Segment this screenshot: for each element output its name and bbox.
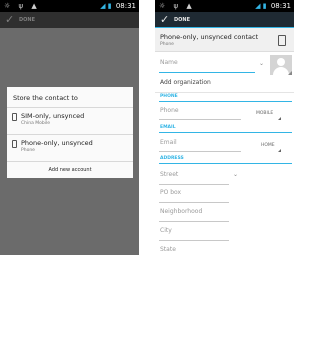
status-left-icons: ☼ ψ ▲ [4, 2, 40, 10]
option-phone-only[interactable]: Phone-only, unsynced Phone [7, 136, 133, 160]
account-name: Phone-only, unsynced contact [160, 33, 259, 41]
po-box-underline [159, 202, 229, 203]
checkmark-icon: ✓ [5, 13, 15, 26]
status-bar: ☼ ψ ▲ ◢ ▮ 08:31 [155, 0, 294, 12]
email-field[interactable]: Email [160, 139, 177, 147]
checkmark-icon: ✓ [160, 13, 170, 26]
option-title: Phone-only, unsynced [21, 139, 93, 147]
state-field[interactable]: State [160, 246, 176, 254]
city-field[interactable]: City [160, 227, 172, 235]
option-sim-only[interactable]: SIM-only, unsynced China Mobile [7, 109, 133, 133]
action-bar: ✓ DONE [155, 12, 294, 28]
divider [155, 92, 294, 93]
status-right: ◢ ▮ 08:31 [100, 1, 136, 11]
option-subtitle: China Mobile [21, 121, 51, 126]
add-new-account-button[interactable]: Add new account [7, 162, 133, 178]
status-left-icons: ☼ ψ ▲ [159, 2, 195, 10]
phone-field[interactable]: Phone [160, 107, 179, 115]
sim-card-icon [12, 113, 17, 121]
status-time: 08:31 [270, 2, 291, 10]
contact-photo[interactable] [270, 55, 292, 75]
battery-icon: ▮ [107, 2, 112, 10]
section-divider [159, 163, 292, 164]
phone-icon [278, 35, 286, 46]
street-field[interactable]: Street [160, 171, 178, 179]
avatar-head [277, 58, 285, 66]
signal-icon: ◢ [100, 2, 106, 10]
signal-icon: ◢ [255, 2, 261, 10]
option-title: SIM-only, unsynced [21, 112, 85, 120]
done-button[interactable]: DONE [174, 16, 190, 24]
avatar-body [273, 67, 289, 75]
right-screen: ☼ ψ ▲ ◢ ▮ 08:31 ✓ DONE Phone-only, unsyn… [155, 0, 294, 255]
chevron-down-icon[interactable]: ⌄ [233, 171, 238, 179]
status-time: 08:31 [115, 2, 136, 10]
section-phone: PHONE [160, 94, 178, 99]
neighborhood-field[interactable]: Neighborhood [160, 208, 202, 216]
section-divider [159, 101, 292, 102]
photo-corner-icon [288, 71, 292, 75]
city-underline [159, 240, 229, 241]
po-box-field[interactable]: PO box [160, 189, 181, 197]
left-screen: ☼ ψ ▲ ◢ ▮ 08:31 ✓ DONE Store the contact… [0, 0, 139, 255]
dialog-title: Store the contact to [13, 94, 78, 102]
action-bar: ✓ DONE [0, 12, 139, 28]
spinner-arrow-icon [278, 117, 281, 120]
account-type: Phone [160, 42, 174, 47]
street-underline [159, 184, 229, 185]
divider [7, 134, 133, 135]
email-underline [159, 151, 241, 152]
done-button[interactable]: DONE [19, 16, 35, 24]
account-header[interactable]: Phone-only, unsynced contact Phone [155, 28, 294, 52]
name-field[interactable]: Name [160, 59, 178, 67]
phone-underline [159, 119, 241, 120]
neighborhood-underline [159, 221, 229, 222]
status-right: ◢ ▮ 08:31 [255, 1, 291, 11]
name-underline [159, 72, 255, 73]
phone-icon [12, 140, 17, 148]
section-address: ADDRESS [160, 156, 184, 161]
status-bar: ☼ ψ ▲ ◢ ▮ 08:31 [0, 0, 139, 12]
option-subtitle: Phone [21, 148, 35, 153]
divider [7, 107, 133, 108]
phone-type-spinner[interactable]: MOBILE [256, 110, 273, 117]
email-type-spinner[interactable]: HOME [261, 142, 275, 149]
section-email: EMAIL [160, 125, 176, 130]
chevron-down-icon[interactable]: ⌄ [259, 60, 264, 68]
add-organization-link[interactable]: Add organization [160, 79, 211, 87]
battery-icon: ▮ [262, 2, 267, 10]
spinner-arrow-icon [278, 149, 281, 152]
store-contact-dialog: Store the contact to SIM-only, unsynced … [7, 87, 133, 178]
section-divider [159, 132, 292, 133]
